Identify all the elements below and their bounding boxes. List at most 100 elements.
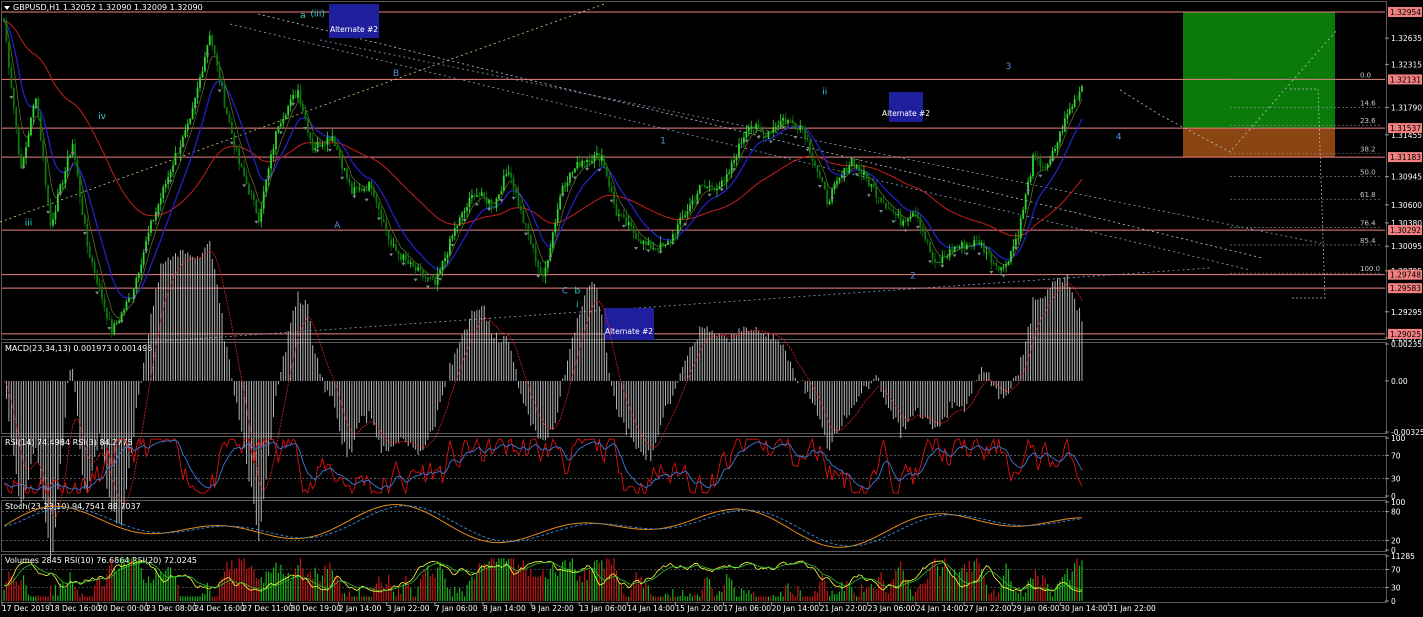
time-tick-label: 14 Jan 14:00 <box>627 604 675 613</box>
candle-body <box>441 261 444 270</box>
time-axis: 17 Dec 2019 18 Dec 16:0020 Dec 00:0023 De… <box>1 602 1156 613</box>
candle-body <box>284 115 287 119</box>
time-tick-label: 15 Jan 22:00 <box>675 604 723 613</box>
wave-label: iii <box>25 218 33 228</box>
candle-body <box>821 176 824 182</box>
candle-body <box>796 127 799 130</box>
candle-body <box>779 120 782 126</box>
axis-tick-label: 0.002355 <box>1391 340 1423 349</box>
wave-label: B <box>393 69 399 79</box>
candle-body <box>608 176 611 188</box>
candle-body <box>245 176 248 185</box>
candle-body <box>970 244 973 247</box>
candle-body <box>299 90 302 105</box>
axis-tick-label: 30 <box>1391 584 1401 593</box>
candle-body <box>1022 209 1025 219</box>
candle-body <box>784 118 787 123</box>
candle-body <box>951 249 954 253</box>
chart-canvas[interactable]: GBPUSD,H1 1.32052 1.32090 1.32009 1.3209… <box>0 0 1423 617</box>
candle-body <box>769 131 772 133</box>
candle-body <box>571 172 574 174</box>
candle-body <box>1076 99 1078 100</box>
candle-body <box>965 244 968 250</box>
candle-body <box>93 262 96 274</box>
candle-body <box>434 279 437 285</box>
candle-body <box>397 250 400 255</box>
candle-body <box>422 270 424 277</box>
candle-body <box>370 181 373 189</box>
candle-body <box>684 215 686 217</box>
candle-body <box>961 242 963 247</box>
candle-body <box>632 226 635 234</box>
price-tick-label: 1.30095 <box>1391 242 1422 251</box>
candle-body <box>74 144 76 160</box>
candle-body <box>843 168 846 176</box>
candle-body <box>544 267 547 277</box>
candle-body <box>811 153 814 161</box>
candle-body <box>610 187 613 192</box>
candle-body <box>382 219 385 222</box>
candle-body <box>485 197 488 204</box>
candle-body <box>1034 155 1037 159</box>
candle-body <box>177 153 179 155</box>
candle-body <box>402 254 405 260</box>
candle-body <box>1017 238 1020 240</box>
candle-body <box>297 90 299 98</box>
candle-body <box>319 141 321 147</box>
candle-body <box>625 216 628 226</box>
candle-body <box>740 142 743 144</box>
candle-body <box>142 252 145 265</box>
profit-target-zone <box>1183 12 1335 129</box>
candle-body <box>113 323 116 335</box>
candle-body <box>953 246 956 253</box>
candle-body <box>747 127 750 132</box>
candle-body <box>365 188 368 191</box>
candle-body <box>368 181 370 191</box>
candle-body <box>676 224 679 235</box>
time-tick-label: 30 Dec 19:00 <box>291 604 342 613</box>
candle-body <box>963 242 966 250</box>
candle-body <box>1081 86 1083 92</box>
candle-body <box>524 223 527 225</box>
candle-body <box>887 208 890 210</box>
candle-body <box>130 298 133 299</box>
candle-body <box>995 263 998 266</box>
candle-body <box>103 298 106 308</box>
candle-body <box>787 120 789 123</box>
candle-body <box>429 277 432 279</box>
fib-label: 50.0 <box>1360 168 1376 176</box>
candle-body <box>750 126 753 128</box>
candle-body <box>706 186 709 188</box>
candle-body <box>875 187 878 198</box>
candle-body <box>375 196 378 203</box>
wave-label: C <box>562 286 568 296</box>
candle-body <box>946 256 949 258</box>
candle-body <box>733 160 735 163</box>
candle-body <box>360 188 363 191</box>
time-tick-label: 17 Dec 2019 <box>2 604 50 613</box>
volume-title: Volumes 2845 RSI(10) 76.6864 RSI(20) 72.… <box>5 556 197 565</box>
price-tick-label: 1.30600 <box>1391 201 1422 210</box>
candle-body <box>453 227 456 236</box>
candle-body <box>1024 194 1027 210</box>
candle-body <box>424 276 427 278</box>
candle-body <box>520 206 522 211</box>
candle-body <box>926 239 929 242</box>
candle-body <box>539 267 542 274</box>
candle-body <box>1066 114 1069 119</box>
candle-body <box>542 273 544 277</box>
candle-body <box>532 244 535 248</box>
candle-body <box>471 195 473 199</box>
candle-body <box>941 256 944 264</box>
candle-body <box>81 196 84 215</box>
candle-body <box>645 240 647 245</box>
price-tick-label: 1.32315 <box>1391 60 1422 69</box>
candle-body <box>510 172 513 178</box>
candle-body <box>128 298 130 302</box>
candle-body <box>588 159 591 163</box>
candle-body <box>728 172 731 175</box>
candle-body <box>818 171 821 177</box>
candle-body <box>1056 142 1059 149</box>
candle-body <box>686 211 689 216</box>
candle-body <box>30 117 32 136</box>
